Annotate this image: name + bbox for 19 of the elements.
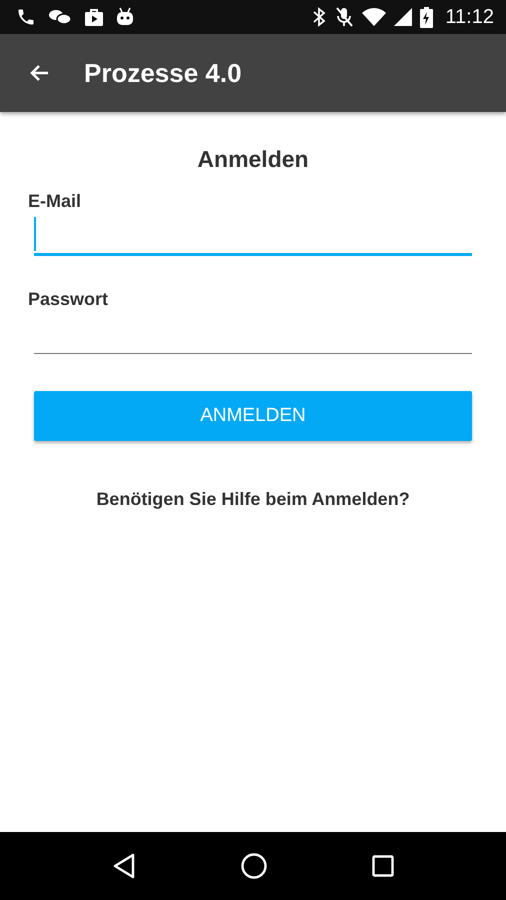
cell-signal-icon — [394, 8, 412, 26]
input-field[interactable] — [34, 215, 472, 256]
back-triangle-icon[interactable] — [112, 853, 136, 879]
chat-bubbles-icon — [48, 8, 72, 26]
field-label: Passwort — [28, 289, 110, 310]
form-title: Anmelden — [196, 146, 310, 173]
phone-icon — [16, 7, 36, 27]
status-time: 11:12 — [445, 6, 494, 28]
home-circle-icon[interactable] — [240, 853, 267, 879]
battery-charging-icon — [420, 6, 434, 28]
help-link[interactable]: Benötigen Sie Hilfe beim Anmelden? — [96, 489, 410, 510]
wifi-icon — [362, 8, 386, 26]
play-bag-icon — [84, 7, 104, 27]
robot-icon — [116, 7, 134, 27]
field-label: E-Mail — [28, 191, 82, 212]
overview-square-icon[interactable] — [372, 855, 394, 877]
muted-microphone-icon — [334, 6, 354, 28]
app-title: Prozesse 4.0 — [84, 58, 242, 88]
bluetooth-icon — [312, 7, 326, 27]
